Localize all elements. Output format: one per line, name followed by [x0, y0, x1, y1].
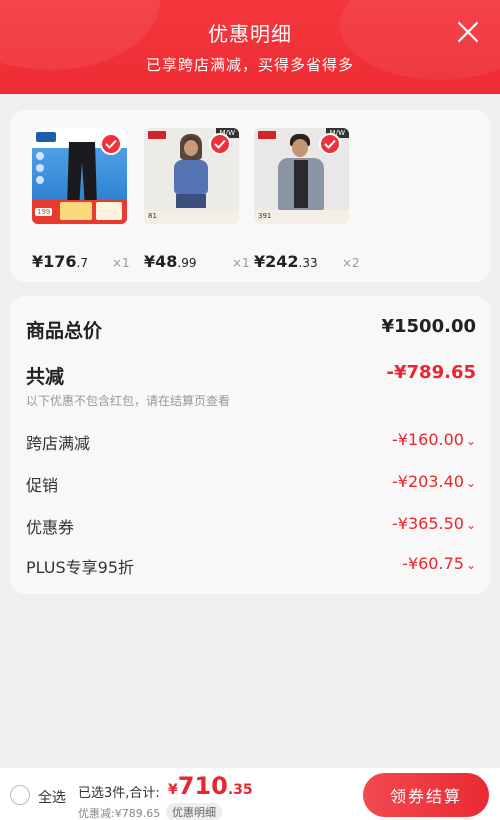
- product-quantity: ×2: [342, 256, 360, 270]
- promotion-discount-row[interactable]: 促销 -¥203.40 ⌄: [26, 472, 476, 496]
- discount-detail-toggle[interactable]: 优惠明细: [166, 803, 222, 820]
- select-all-radio[interactable]: [10, 785, 30, 805]
- chevron-down-icon: ⌄: [465, 518, 476, 532]
- plus-discount-row[interactable]: PLUS专享95折 -¥60.75 ⌄: [26, 554, 476, 578]
- coupon-checkout-button[interactable]: 领券结算: [363, 773, 489, 817]
- close-icon[interactable]: [454, 18, 482, 46]
- product-item[interactable]: 199 ¥176.7 ×1: [32, 128, 130, 271]
- coupon-discount-row[interactable]: 优惠券 -¥365.50 ⌄: [26, 514, 476, 538]
- chevron-down-icon: ⌄: [465, 558, 476, 572]
- discount-item-label: 跨店满减: [26, 434, 91, 453]
- product-item[interactable]: 391 M/W ¥242.33 ×2: [254, 128, 360, 271]
- total-price-label: 商品总价: [26, 320, 103, 342]
- product-price: ¥176.7: [32, 252, 88, 271]
- chevron-down-icon: ⌄: [465, 476, 476, 490]
- cross-store-discount-row[interactable]: 跨店满减 -¥160.00 ⌄: [26, 430, 476, 454]
- product-quantity: ×1: [232, 256, 250, 270]
- total-reduce-value: -¥789.65: [386, 362, 476, 383]
- total-price-row: 商品总价 ¥1500.00: [26, 316, 476, 344]
- selected-check-icon[interactable]: [209, 133, 231, 155]
- product-price: ¥242.33: [254, 252, 318, 271]
- product-price: ¥48.99: [144, 252, 197, 271]
- selected-count-text: 已选3件,合计:: [78, 786, 160, 801]
- total-amount: ¥710.35: [168, 772, 253, 800]
- discount-item-value: -¥203.40 ⌄: [392, 472, 476, 491]
- discount-item-value: -¥60.75 ⌄: [402, 554, 476, 573]
- discount-item-label: 促销: [26, 476, 59, 495]
- price-tag: 199: [35, 208, 53, 216]
- products-card: 199 ¥176.7 ×1 81 M/W ¥48.99 ×1 391 M/W ¥…: [10, 110, 490, 282]
- product-item[interactable]: 81 M/W ¥48.99 ×1: [144, 128, 250, 271]
- woman-blue-tshirt-product-image[interactable]: 81 M/W: [144, 128, 239, 224]
- discount-item-label: 优惠券: [26, 518, 75, 537]
- man-denim-jacket-product-image[interactable]: 391 M/W: [254, 128, 349, 224]
- discount-item-label: PLUS专享95折: [26, 558, 134, 577]
- checkout-bar: 全选 已选3件,合计: ¥710.35 优惠减:¥789.65 优惠明细 领券结…: [0, 768, 500, 820]
- total-reduce-row: 共减 -¥789.65: [26, 362, 476, 390]
- discount-summary-card: 商品总价 ¥1500.00 共减 -¥789.65 以下优惠不包含红包，请在结算…: [10, 296, 490, 594]
- page-subtitle: 已享跨店满减，买得多省得多: [145, 56, 354, 74]
- discount-item-value: -¥365.50 ⌄: [392, 514, 476, 533]
- page-title: 优惠明细: [208, 22, 292, 46]
- total-reduce-label: 共减: [26, 366, 65, 388]
- chevron-down-icon: ⌄: [465, 434, 476, 448]
- discount-note: 以下优惠不包含红包，请在结算页查看: [26, 394, 231, 408]
- selected-check-icon[interactable]: [319, 133, 341, 155]
- selected-check-icon[interactable]: [100, 133, 122, 155]
- black-trousers-product-image[interactable]: 199: [32, 128, 127, 224]
- total-price-value: ¥1500.00: [381, 316, 476, 337]
- price-tag: 391: [258, 212, 272, 220]
- discount-amount-text: 优惠减:¥789.65: [78, 807, 161, 820]
- price-tag: 81: [148, 212, 157, 220]
- discount-detail-header: 优惠明细 已享跨店满减，买得多省得多: [0, 0, 500, 94]
- select-all-label[interactable]: 全选: [38, 787, 66, 807]
- discount-item-value: -¥160.00 ⌄: [392, 430, 476, 449]
- product-quantity: ×1: [112, 256, 130, 270]
